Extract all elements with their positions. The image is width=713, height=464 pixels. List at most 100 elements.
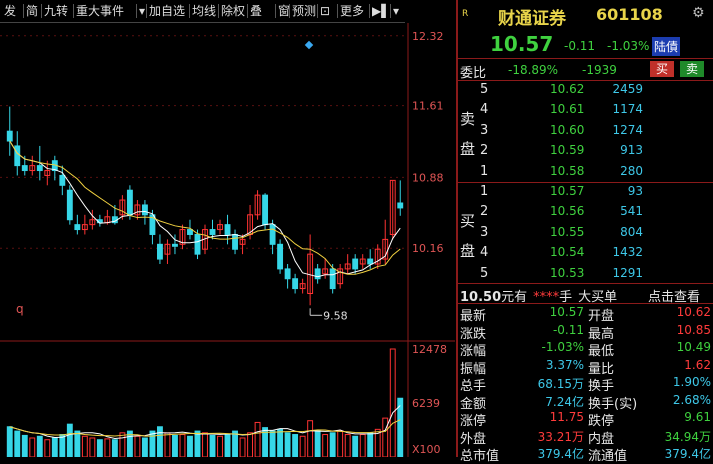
price-tick-label: 11.61 (412, 100, 444, 113)
volume-bar (352, 435, 359, 458)
volume-bar (29, 437, 36, 458)
candle-body (157, 243, 163, 260)
toolbar-separator (146, 4, 147, 18)
candle-body (352, 258, 359, 270)
quote-panel: R 财通证券 601108 ⚙ 10.57 -0.11 -1.03% 陆債 委比… (456, 0, 713, 464)
candle-body (232, 233, 238, 250)
toolbar-separator (189, 4, 190, 18)
toolbar-separator (136, 4, 137, 18)
volume-bar (329, 432, 336, 458)
bid-side-label: 买盘 (460, 206, 476, 266)
stat-v1: -1.03% (541, 340, 584, 354)
candle-body (21, 165, 28, 172)
toolbar-item-14[interactable]: ▾ (393, 3, 399, 19)
stat-l1: 涨停 (460, 414, 487, 429)
toolbar-item-1[interactable]: 简 (26, 3, 38, 19)
toolbar-item-7[interactable]: 除权 (221, 3, 245, 19)
low-price-label: 9.58 (323, 309, 348, 322)
toolbar-item-13[interactable]: ▶▌ (372, 3, 390, 19)
bid-lvl: 2 (480, 204, 489, 220)
toolbar-item-4[interactable]: ▾ (139, 3, 145, 19)
volume-bar (96, 439, 103, 458)
volume-bar (119, 432, 126, 458)
price-tick-label: 10.16 (412, 242, 444, 255)
volume-bar (14, 430, 21, 458)
toolbar-separator (337, 4, 338, 18)
toolbar-separator (23, 4, 24, 18)
toolbar-separator (390, 4, 391, 18)
settings-gear-icon[interactable]: ⚙ (692, 5, 705, 21)
kline-chart-area[interactable]: 12.32 11.61 10.88 10.16 9.58 q 12478 6239 X100 (0, 23, 455, 458)
toolbar-separator (275, 4, 276, 18)
toolbar-item-8[interactable]: 叠 (250, 3, 262, 19)
toolbar-separator (218, 4, 219, 18)
toolbar-item-12[interactable]: 更多 (340, 3, 364, 19)
price-tick-label: 12.32 (412, 30, 444, 43)
bid-vol: 1432 (612, 245, 643, 260)
price-tick-label: 10.88 (412, 171, 444, 184)
q-label: q (16, 302, 24, 316)
price-change-pct: -1.03% (607, 39, 650, 53)
stat-l2: 换手 (588, 379, 615, 394)
bid-side-char: 买 (460, 212, 476, 230)
stat-v1: 11.75 (549, 410, 584, 424)
bid-lvl: 5 (480, 265, 489, 281)
chart-toolbar: 发简九转 重大事件 ▾ 加自选 均线 除权叠窗预测 ⊡ 更多 ▶▌ ▾ (0, 0, 405, 23)
volume-bar (202, 432, 208, 458)
kline-chart-svg[interactable]: 12.32 11.61 10.88 10.16 9.58 q 12478 6239 X100 (0, 23, 455, 458)
stat-l1: 涨幅 (460, 344, 487, 359)
toolbar-item-2[interactable]: 九转 (44, 3, 68, 19)
volume-bar (141, 437, 148, 458)
stat-l2: 最高 (588, 326, 615, 342)
stat-l1: 涨跌 (460, 326, 487, 342)
bid-vol: 804 (620, 224, 643, 239)
toolbar-item-10[interactable]: 预测 (292, 3, 316, 19)
volume-bar (337, 430, 344, 458)
volume-bar (314, 430, 321, 458)
stat-l2: 换手(实) (588, 396, 638, 412)
volume-bar (44, 439, 51, 458)
candle-body (367, 258, 374, 265)
volume-bar (157, 426, 163, 458)
toolbar-item-5[interactable]: 加自选 (149, 3, 185, 19)
bid-price: 10.54 (550, 245, 585, 260)
stock-name: 财通证券 (498, 9, 566, 29)
ask-vol: 2459 (612, 82, 643, 96)
toolbar-item-6[interactable]: 均线 (192, 3, 216, 19)
volume-bar (307, 420, 314, 458)
toolbar-item-3[interactable]: 重大事件 (76, 3, 124, 19)
volume-tick-label: 6239 (412, 397, 440, 410)
ask-price: 10.58 (550, 163, 585, 178)
volume-bar (36, 435, 43, 458)
candle-body (6, 130, 13, 142)
ask-side-char: 卖 (460, 110, 476, 128)
stat-l1: 金额 (460, 396, 487, 412)
event-diamond-icon (304, 40, 314, 50)
volume-bar (134, 435, 141, 458)
volume-bar (21, 434, 28, 458)
stat-v1: 379.4亿 (537, 447, 584, 461)
ask-price: 10.61 (550, 102, 585, 117)
volume-tick-label: 12478 (412, 343, 447, 356)
volume-bar (111, 439, 118, 458)
toolbar-separator (289, 4, 290, 18)
volume-bar (81, 435, 88, 458)
volume-bar (51, 437, 58, 458)
stat-v2: 9.61 (684, 410, 711, 424)
volume-bar (239, 437, 246, 458)
candle-body (187, 229, 193, 235)
volume-bar (194, 430, 201, 458)
stat-l2: 内盘 (588, 431, 615, 447)
toolbar-separator (369, 4, 370, 18)
sell-button[interactable]: 卖 (680, 61, 704, 77)
volume-bar (367, 432, 374, 458)
candle-body (66, 189, 73, 221)
stat-v1: -0.11 (552, 322, 584, 337)
toolbar-item-0[interactable]: 发 (4, 3, 16, 19)
volume-bar (209, 434, 216, 458)
weibi-label: 委比 (460, 66, 487, 81)
stat-v2: 34.94万 (664, 429, 711, 444)
candle-body (292, 278, 299, 290)
buy-button[interactable]: 买 (650, 61, 674, 77)
toolbar-item-11[interactable]: ⊡ (320, 3, 330, 19)
